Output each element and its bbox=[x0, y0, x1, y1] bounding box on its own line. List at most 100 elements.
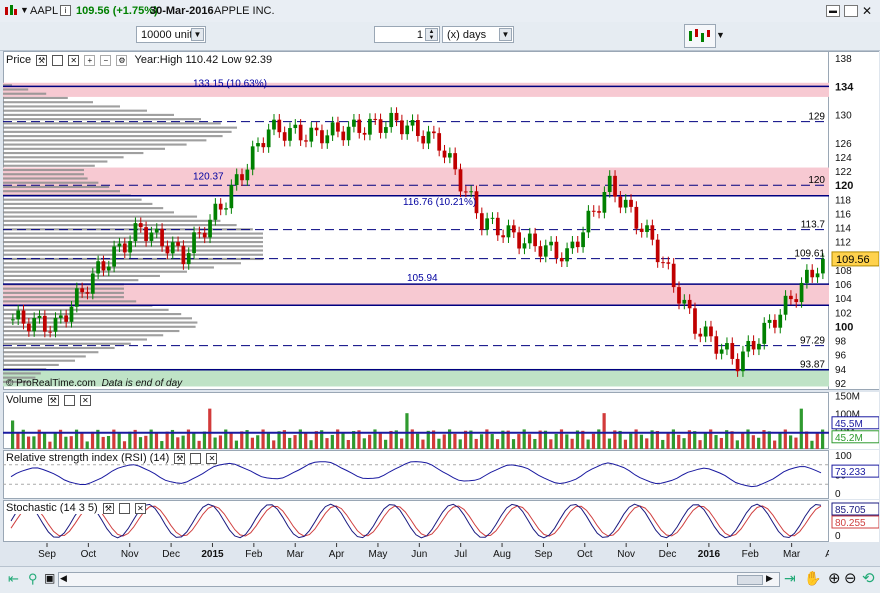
window-icon[interactable] bbox=[63, 394, 75, 406]
data-note: Data is end of day bbox=[101, 378, 183, 389]
candle-body bbox=[128, 241, 132, 253]
minimize-window-icon[interactable]: ▬ bbox=[826, 5, 840, 17]
fit-icon[interactable]: ▣ bbox=[44, 571, 55, 585]
volume-bar bbox=[527, 434, 532, 449]
price-tick-label: 134 bbox=[835, 81, 854, 93]
candle-body bbox=[106, 266, 111, 271]
volume-bar bbox=[154, 432, 159, 449]
scrollbar-thumb[interactable] bbox=[737, 575, 763, 585]
chart-style-dropdown-icon[interactable]: ▼ bbox=[716, 30, 725, 40]
candle-body bbox=[250, 146, 255, 170]
volume-bar bbox=[16, 432, 20, 449]
scroll-left-arrow-icon[interactable]: ◀ bbox=[60, 573, 67, 584]
candle-body bbox=[757, 343, 761, 350]
close-panel-icon[interactable]: ✕ bbox=[68, 54, 80, 66]
stochastic-panel-title: Stochastic (14 3 5) bbox=[6, 502, 98, 514]
stepper-arrows-icon[interactable]: ▲ ▼ bbox=[425, 28, 438, 41]
chart-style-button[interactable] bbox=[684, 24, 716, 48]
volume-bar bbox=[416, 433, 420, 449]
volume-profile-bar bbox=[3, 253, 263, 256]
zoom-in-magnifier-icon[interactable]: ⊕ bbox=[828, 569, 841, 587]
zoom-in-icon[interactable]: + bbox=[84, 54, 96, 66]
chevron-down-icon[interactable]: ▼ bbox=[191, 28, 204, 41]
ticker-label[interactable]: AAPL bbox=[30, 5, 58, 17]
period-stepper[interactable]: 1 ▲ ▼ bbox=[374, 26, 440, 43]
candle-body bbox=[810, 269, 815, 278]
volume-bar bbox=[277, 431, 281, 449]
volume-bar bbox=[250, 437, 255, 449]
window-icon[interactable] bbox=[118, 502, 130, 514]
price-tick-label: 120 bbox=[835, 180, 853, 192]
volume-bar bbox=[160, 441, 164, 449]
volume-profile-bar bbox=[3, 135, 223, 138]
candlestick-icon[interactable] bbox=[4, 4, 18, 18]
price-tick-label: 106 bbox=[835, 280, 852, 291]
period-unit-select[interactable]: (x) days ▼ bbox=[442, 26, 514, 43]
candle-body bbox=[373, 118, 378, 120]
volume-bar bbox=[208, 408, 212, 449]
volume-bar bbox=[474, 438, 478, 449]
time-axis[interactable]: Sep Oct Nov Dec 2015 Feb Mar Apr May Jun Jul Aug Sep… bbox=[3, 543, 829, 563]
candle-body bbox=[357, 119, 362, 133]
indicators-icon[interactable]: ⚲ bbox=[28, 571, 38, 587]
candle-body bbox=[629, 199, 633, 207]
volume-bar bbox=[565, 434, 569, 449]
price-chart[interactable]: 133.15 (10.63%) 120.37 116.76 (10.21%) 105.… bbox=[3, 51, 879, 390]
candle-body bbox=[671, 263, 676, 288]
horizontal-scrollbar[interactable]: ◀ ▶ bbox=[58, 572, 780, 587]
close-panel-icon[interactable]: ✕ bbox=[134, 502, 146, 514]
volume-bar bbox=[165, 431, 169, 449]
candle-body bbox=[378, 119, 383, 133]
window-icon[interactable] bbox=[190, 452, 202, 464]
volume-ma-label: 45.5M bbox=[835, 419, 863, 430]
close-panel-icon[interactable]: ✕ bbox=[206, 452, 218, 464]
volume-bar bbox=[453, 433, 457, 449]
wrench-icon[interactable]: ⚒ bbox=[174, 452, 186, 464]
zoom-out-icon[interactable]: − bbox=[100, 54, 112, 66]
candle-body bbox=[21, 310, 26, 324]
scroll-left-icon[interactable]: ⇤ bbox=[8, 571, 19, 587]
volume-bar bbox=[517, 434, 521, 449]
volume-bar bbox=[719, 437, 723, 449]
candle-body bbox=[213, 203, 218, 220]
candle-body bbox=[325, 135, 330, 144]
ticker-dropdown-icon[interactable]: ▼ bbox=[20, 5, 29, 15]
wrench-icon[interactable]: ⚒ bbox=[36, 54, 48, 66]
reset-zoom-icon[interactable]: ⟲ bbox=[862, 569, 875, 587]
window-icon[interactable] bbox=[52, 54, 64, 66]
scroll-right-end-icon[interactable]: ⇥ bbox=[784, 570, 796, 587]
wrench-icon[interactable]: ⚒ bbox=[47, 394, 59, 406]
chevron-down-icon[interactable]: ▼ bbox=[499, 28, 512, 41]
time-tick-label: Dec bbox=[659, 549, 677, 560]
maximize-window-icon[interactable] bbox=[844, 5, 858, 17]
time-tick-label: Jun bbox=[411, 549, 427, 560]
current-price-label: 109.56 bbox=[836, 254, 870, 266]
volume-bar bbox=[735, 440, 739, 449]
info-icon[interactable]: i bbox=[60, 5, 71, 16]
volume-bar bbox=[533, 438, 537, 449]
candle-body bbox=[405, 125, 410, 135]
volume-bar bbox=[794, 437, 798, 449]
candle-body bbox=[197, 232, 202, 234]
close-panel-icon[interactable]: ✕ bbox=[79, 394, 91, 406]
level-annotation: 120.37 bbox=[193, 172, 224, 183]
volume-profile-bar bbox=[3, 321, 198, 324]
settings-icon[interactable]: ⚙ bbox=[116, 54, 128, 66]
close-window-icon[interactable]: ✕ bbox=[862, 4, 872, 18]
candle-body bbox=[511, 225, 516, 233]
zoom-out-magnifier-icon[interactable]: ⊖ bbox=[844, 569, 857, 587]
candle-body bbox=[634, 206, 639, 229]
footer-note: © ProRealTime.com Data is end of day bbox=[6, 378, 182, 389]
volume-profile-bar bbox=[3, 325, 196, 328]
scroll-right-arrow-icon[interactable]: ▶ bbox=[766, 573, 773, 584]
units-select[interactable]: 10000 units ▼ bbox=[136, 26, 206, 43]
price-tick-label: 112 bbox=[835, 238, 851, 249]
candle-body bbox=[288, 128, 292, 141]
volume-chart[interactable]: 150M100M50M45.5M45.2M bbox=[3, 392, 879, 449]
time-tick-label: Dec bbox=[162, 549, 180, 560]
candle-body bbox=[362, 132, 367, 135]
volume-bar bbox=[181, 435, 185, 449]
zoom-hand-icon[interactable]: ✋ bbox=[804, 570, 821, 587]
wrench-icon[interactable]: ⚒ bbox=[102, 502, 114, 514]
volume-bar bbox=[511, 439, 516, 449]
